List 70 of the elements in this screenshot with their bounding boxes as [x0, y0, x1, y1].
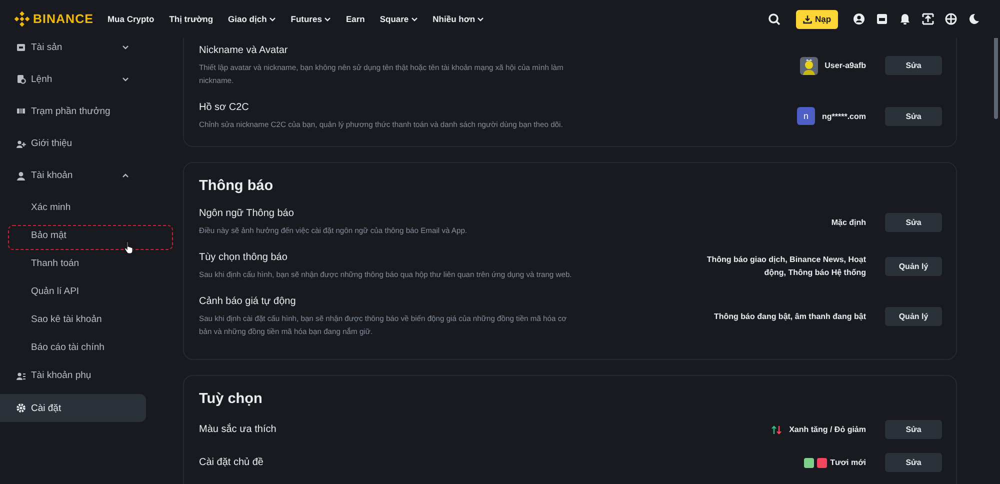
avatar-initial: n [796, 107, 815, 125]
sidebar-subitem[interactable]: Quản lí API [31, 286, 80, 298]
wallet-icon[interactable] [876, 13, 888, 25]
setting-value: ng*****.com [822, 110, 866, 122]
user-icon[interactable] [853, 13, 865, 25]
setting-value: User-a9afb [824, 60, 866, 72]
sidebar-subitem[interactable]: Bảo mật [31, 230, 66, 242]
sidebar-icon [16, 74, 26, 84]
caret-icon[interactable] [324, 16, 331, 22]
caret-icon[interactable] [477, 16, 484, 22]
caret-icon[interactable] [410, 16, 418, 22]
chevron-icon[interactable] [122, 173, 129, 178]
edit-button[interactable]: Sửa [885, 453, 942, 472]
caret-icon[interactable] [268, 16, 276, 22]
setting-title: Cảnh báo giá tự động [199, 295, 297, 309]
setting-title: Cài đặt chủ đề [199, 456, 264, 470]
setting-value: Xanh tăng / Đỏ giảm [789, 424, 866, 436]
sidebar-item[interactable]: Lệnh [0, 65, 146, 94]
chevron-icon[interactable] [122, 44, 129, 50]
sidebar-item[interactable]: Trạm phần thưởng [0, 97, 146, 126]
nav-link[interactable]: Square [380, 14, 418, 24]
section-title: Tuỳ chọn [199, 391, 264, 407]
logo-icon[interactable] [14, 11, 30, 27]
sidebar-icon [16, 403, 26, 414]
sidebar-item[interactable]: Tài sản [0, 38, 146, 61]
edit-button[interactable]: Quản lý [885, 256, 942, 276]
sidebar-icon [16, 170, 26, 181]
setting-title: Nickname và Avatar [199, 44, 289, 58]
setting-title: Tùy chọn thông báo [199, 251, 288, 265]
avatar-icon [800, 56, 818, 74]
sidebar-item[interactable]: Tài khoản [0, 162, 146, 190]
setting-title: Hồ sơ C2C [199, 101, 250, 115]
sidebar-icon [16, 106, 26, 116]
deposit-button[interactable]: Nạp [796, 10, 838, 28]
globe-icon[interactable] [945, 13, 957, 25]
chevron-icon[interactable] [122, 76, 129, 82]
nav-link[interactable]: Mua Crypto [107, 14, 154, 24]
edit-button[interactable]: Quản lý [885, 307, 942, 326]
sidebar-subitem[interactable]: Xác minh [31, 202, 71, 214]
setting-value: Mặc định [831, 216, 866, 228]
setting-title: Ngôn ngữ Thông báo [199, 207, 295, 221]
logo-text[interactable]: BINANCE [33, 12, 94, 26]
sidebar-item[interactable]: Cài đặt [0, 394, 146, 422]
up-down-arrows-icon [771, 424, 782, 434]
search-icon[interactable] [768, 12, 781, 26]
edit-button[interactable]: Sửa [885, 420, 942, 439]
sidebar-subitem[interactable]: Báo cáo tài chính [31, 342, 104, 354]
sidebar-subitem[interactable]: Thanh toán [31, 258, 80, 270]
scrollbar-thumb[interactable] [994, 38, 998, 119]
edit-button[interactable]: Sửa [885, 56, 942, 75]
nav-link[interactable]: Thị trường [169, 14, 214, 24]
bell-icon[interactable] [899, 13, 911, 25]
section-title: Thông báo [199, 178, 274, 194]
sidebar-item[interactable]: Giới thiệu [0, 130, 146, 158]
setting-title: Màu sắc ưa thích [199, 422, 278, 436]
nav-link[interactable]: Earn [346, 14, 365, 24]
edit-button[interactable]: Sửa [885, 212, 942, 232]
sidebar-icon [16, 42, 26, 52]
edit-button[interactable]: Sửa [885, 106, 942, 126]
sidebar-icon [16, 370, 26, 381]
nav-link[interactable]: Giao dịch [228, 14, 276, 24]
sidebar-icon [16, 138, 26, 149]
sidebar-subitem[interactable]: Sao kê tài khoản [31, 314, 102, 326]
nav-link[interactable]: Futures [290, 14, 331, 24]
nav-link[interactable]: Nhiều hơn [432, 14, 484, 24]
setting-value: Thông báo giao dịch, Binance News, Hoạt động, Thông báo Hệ thống [706, 254, 866, 279]
setting-value: Tươi mới [830, 457, 866, 469]
setting-value: Thông báo đang bật, âm thanh đang bật [714, 311, 866, 323]
moon-icon[interactable] [968, 13, 980, 25]
sidebar-item[interactable]: Tài khoản phụ [0, 362, 146, 390]
